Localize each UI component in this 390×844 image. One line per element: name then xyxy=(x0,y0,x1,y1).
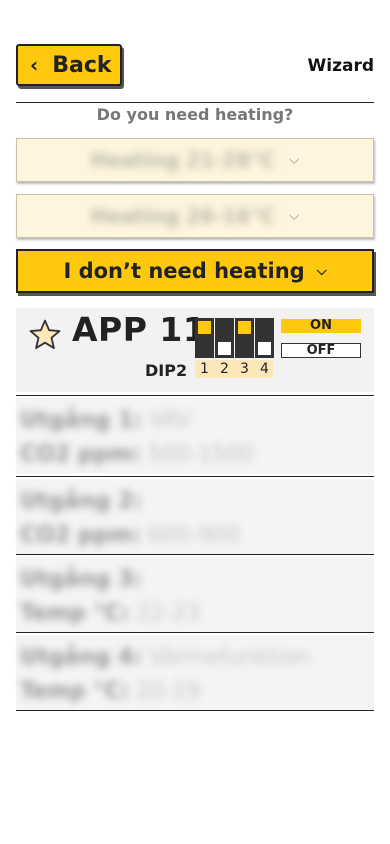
off-legend: OFF xyxy=(281,343,361,358)
output-title: Utgång 3: xyxy=(20,567,143,592)
on-legend: ON xyxy=(281,319,361,333)
dip-label: DIP2 xyxy=(145,361,188,380)
dip-number: 4 xyxy=(260,361,269,377)
chevron-down-icon: ⌵ xyxy=(316,263,327,279)
row-divider xyxy=(16,554,374,555)
dip-switch-1[interactable] xyxy=(195,318,214,358)
star-icon[interactable] xyxy=(28,318,62,352)
page-title: Wizard xyxy=(307,56,375,76)
header-divider xyxy=(16,102,374,103)
chevron-down-icon: ⌵ xyxy=(288,208,300,224)
output-row-2[interactable]: Utgång 2: CO2 ppm: 600-900 xyxy=(16,479,374,555)
heating-option-1[interactable]: Heating 21-28°C ⌵ xyxy=(16,138,374,182)
output-row-4[interactable]: Utgång 4: Värmefunktion Temp °C: 20-19 xyxy=(16,635,374,711)
app-title: APP 11 xyxy=(72,310,207,349)
heating-option-label: Heating 26-16°C xyxy=(90,204,275,228)
dip-switch-3[interactable] xyxy=(235,318,254,358)
card-divider xyxy=(16,395,374,396)
dip-number: 2 xyxy=(220,361,229,377)
app-card: APP 11 DIP2 1 2 3 4 ON OFF xyxy=(16,308,374,392)
output-title: Utgång 4: xyxy=(20,645,143,670)
output-title: Utgång 1: xyxy=(20,408,143,433)
output-range: 600-900 xyxy=(148,523,240,548)
no-heating-button[interactable]: I don’t need heating ⌵ xyxy=(16,249,374,293)
output-detail: CO2 ppm: xyxy=(20,442,142,467)
output-title: Utgång 2: xyxy=(20,489,143,514)
output-range: 20-19 xyxy=(136,679,201,704)
dip-switch-2[interactable] xyxy=(215,318,234,358)
output-value: Värmefunktion xyxy=(149,645,311,670)
question-text: Do you need heating? xyxy=(96,105,294,124)
output-detail: Temp °C: xyxy=(20,601,130,626)
output-range: 22-23 xyxy=(136,601,201,626)
output-detail: CO2 ppm: xyxy=(20,523,142,548)
dip-numbers: 1 2 3 4 xyxy=(195,360,273,378)
chevron-left-icon: ‹ xyxy=(30,53,39,77)
dip-number: 1 xyxy=(200,361,209,377)
no-heating-label: I don’t need heating xyxy=(63,259,305,283)
dip-switch-4[interactable] xyxy=(255,318,274,358)
back-button[interactable]: ‹ Back xyxy=(16,44,122,86)
output-detail: Temp °C: xyxy=(20,679,130,704)
row-divider xyxy=(16,710,374,711)
row-divider xyxy=(16,476,374,477)
row-divider xyxy=(16,632,374,633)
chevron-down-icon: ⌵ xyxy=(288,152,300,168)
output-value: VAV xyxy=(149,408,192,433)
heating-option-2[interactable]: Heating 26-16°C ⌵ xyxy=(16,194,374,238)
heating-option-label: Heating 21-28°C xyxy=(90,148,275,172)
dip-number: 3 xyxy=(240,361,249,377)
output-row-1[interactable]: Utgång 1: VAV CO2 ppm: 500-1500 xyxy=(16,398,374,474)
output-row-3[interactable]: Utgång 3: Temp °C: 22-23 xyxy=(16,557,374,633)
top-bar: ‹ Back Wizard xyxy=(16,44,374,92)
output-range: 500-1500 xyxy=(148,442,254,467)
back-label: Back xyxy=(52,52,112,78)
